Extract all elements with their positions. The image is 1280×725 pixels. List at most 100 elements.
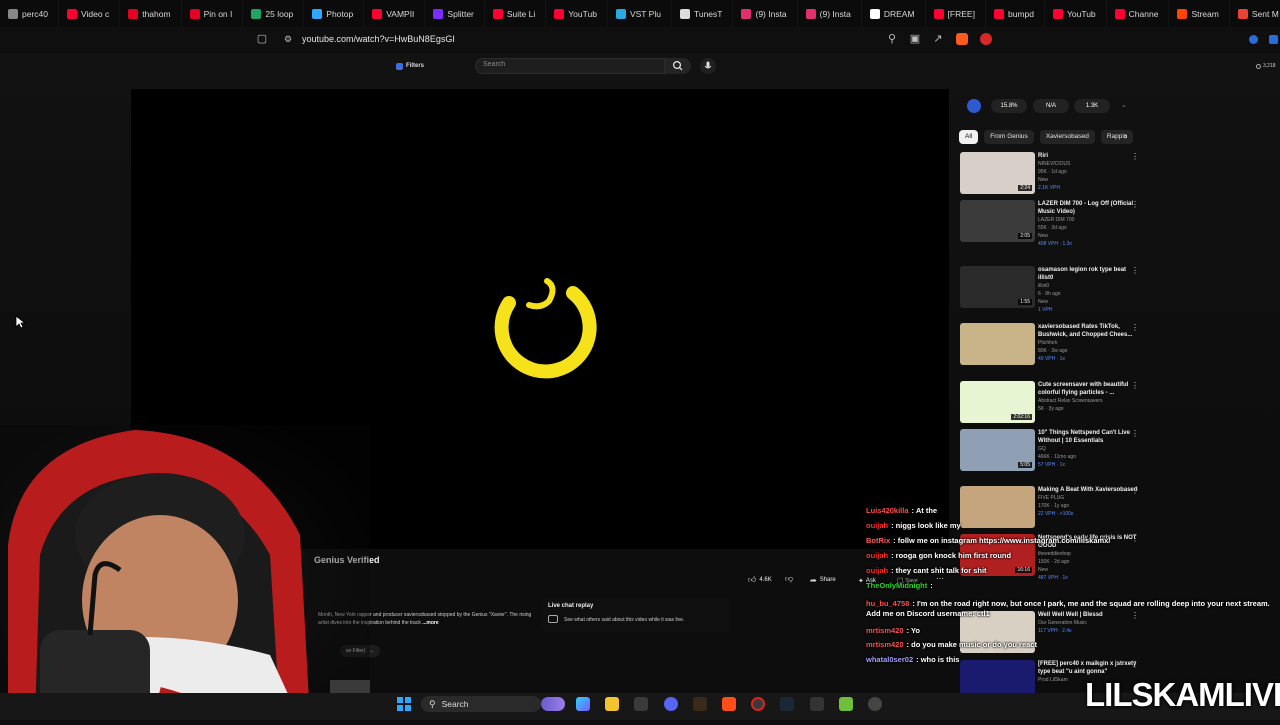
chevron-down-icon[interactable]: ⌄: [1121, 101, 1127, 109]
video-title[interactable]: Making A Beat With Xaviersobased: [1038, 486, 1138, 494]
more-actions-icon[interactable]: ⋯: [936, 574, 944, 583]
browser-tab[interactable]: Photop: [304, 0, 365, 27]
browser-tab[interactable]: bumpd: [986, 0, 1045, 27]
filters-button[interactable]: Filters: [396, 61, 424, 71]
video-channel[interactable]: NINEVICIOUS: [1038, 160, 1138, 168]
browser-tab[interactable]: DREAM: [862, 0, 926, 27]
browser-tab[interactable]: Splitter: [425, 0, 485, 27]
search-button[interactable]: [665, 58, 691, 74]
browser-tab[interactable]: Pin on I: [182, 0, 244, 27]
file-explorer-icon[interactable]: [605, 697, 619, 711]
more-options-icon[interactable]: ⋮: [1131, 200, 1139, 209]
video-title[interactable]: xaviersobased Rates TikTok, Bushwick, an…: [1038, 323, 1138, 339]
discord-icon[interactable]: [664, 697, 678, 711]
filter-chip[interactable]: Rappin: [1100, 130, 1134, 144]
recommended-video[interactable]: 2:24 Riri NINEVICIOUS 95K · 1d ago New 2.1K V…: [959, 152, 1144, 198]
browser-tab[interactable]: YouTub: [1045, 0, 1107, 27]
brave-icon[interactable]: [722, 697, 736, 711]
obs-icon[interactable]: [751, 697, 765, 711]
recommended-video[interactable]: 2:05 LAZER DIM 700 - Log Off (Official Mu…: [959, 200, 1144, 247]
app-icon[interactable]: [839, 697, 853, 711]
more-options-icon[interactable]: ⋮: [1131, 486, 1139, 495]
widgets-icon[interactable]: [541, 697, 565, 711]
video-channel[interactable]: GQ: [1038, 445, 1138, 453]
site-info-icon[interactable]: ⚙: [282, 33, 294, 45]
video-channel[interactable]: illist0: [1038, 282, 1138, 290]
video-title[interactable]: osamason legion rok type beat illist0: [1038, 266, 1138, 282]
filter-chip[interactable]: From Genius: [984, 130, 1034, 144]
live-chat-panel[interactable]: Live chat replay See what others said ab…: [542, 598, 730, 632]
filter-chip[interactable]: All: [959, 130, 979, 144]
rewards-icon[interactable]: [980, 33, 992, 45]
steam-icon[interactable]: [780, 697, 794, 711]
more-options-icon[interactable]: ⋮: [1131, 429, 1139, 438]
video-thumbnail[interactable]: [960, 323, 1035, 365]
screenshot-icon[interactable]: ▣: [909, 33, 921, 45]
voice-search-button[interactable]: [700, 58, 716, 74]
browser-tab[interactable]: perc40: [0, 0, 59, 27]
video-thumbnail[interactable]: [960, 486, 1035, 528]
video-channel[interactable]: Pitchfork: [1038, 339, 1138, 347]
browser-tab[interactable]: (9) Insta: [733, 0, 798, 27]
zoom-icon[interactable]: ⚲: [886, 33, 898, 45]
video-channel[interactable]: Our Generation Music: [1038, 619, 1138, 627]
browser-tab[interactable]: Channe: [1107, 0, 1170, 27]
video-title[interactable]: 10" Things Nettspend Can't Live Without …: [1038, 429, 1138, 445]
recommended-video[interactable]: xaviersobased Rates TikTok, Bushwick, an…: [959, 323, 1144, 369]
browser-tab[interactable]: Sent M: [1230, 0, 1280, 27]
windows-start-icon[interactable]: [397, 697, 411, 711]
more-link[interactable]: ...more: [422, 620, 438, 626]
browser-tab[interactable]: Video c: [59, 0, 121, 27]
bookmark-icon[interactable]: ▢: [256, 33, 268, 45]
extension-icon[interactable]: [1249, 35, 1258, 44]
chevron-right-icon[interactable]: ›: [1124, 131, 1127, 142]
video-thumbnail[interactable]: 2:24: [960, 152, 1035, 194]
url-field[interactable]: youtube.com/watch?v=HwBuN8EgsGI: [302, 34, 455, 44]
video-title[interactable]: Cute screensaver with beautiful colorful…: [1038, 381, 1138, 397]
more-options-icon[interactable]: ⋮: [1131, 534, 1139, 543]
video-channel[interactable]: theeeddieshop: [1038, 550, 1138, 558]
recommended-video[interactable]: 1:55 osamason legion rok type beat illist…: [959, 266, 1144, 313]
taskbar-search[interactable]: ⚲ Search: [421, 696, 541, 712]
video-title[interactable]: LAZER DIM 700 - Log Off (Official Music …: [1038, 200, 1138, 216]
dislike-button[interactable]: 👎︎: [785, 574, 793, 584]
fl-studio-icon[interactable]: [693, 697, 707, 711]
video-title[interactable]: [FREE] perc40 x maikgin x jstrxety type …: [1038, 660, 1138, 676]
video-channel[interactable]: LAZER DIM 700: [1038, 216, 1138, 224]
share-button[interactable]: ➦ Share: [810, 574, 836, 586]
recommended-video[interactable]: 2:02:16 Cute screensaver with beautiful c…: [959, 381, 1144, 427]
browser-tab[interactable]: (9) Insta: [798, 0, 862, 27]
more-options-icon[interactable]: ⋮: [1131, 660, 1139, 669]
more-options-icon[interactable]: ⋮: [1131, 381, 1139, 390]
video-thumbnail[interactable]: 1:55: [960, 266, 1035, 308]
browser-tab[interactable]: [FREE]: [926, 0, 986, 27]
like-button[interactable]: 👍︎ 4.6K: [748, 574, 772, 586]
video-title[interactable]: Riri: [1038, 152, 1138, 160]
more-options-icon[interactable]: ⋮: [1131, 266, 1139, 275]
extension-icon[interactable]: [1269, 35, 1278, 44]
video-thumbnail[interactable]: 2:02:16: [960, 381, 1035, 423]
more-options-icon[interactable]: ⋮: [1131, 323, 1139, 332]
recommended-video[interactable]: 5:05 10" Things Nettspend Can't Live With…: [959, 429, 1144, 475]
browser-tab[interactable]: 25 loop: [243, 0, 305, 27]
more-options-icon[interactable]: ⋮: [1131, 152, 1139, 161]
brave-shield-icon[interactable]: [956, 33, 968, 45]
browser-tab[interactable]: YouTub: [546, 0, 608, 27]
copilot-icon[interactable]: [576, 697, 590, 711]
video-thumbnail[interactable]: 2:05: [960, 200, 1035, 242]
video-channel[interactable]: FIVE PLUG: [1038, 494, 1138, 502]
app-icon[interactable]: [810, 697, 824, 711]
browser-tab[interactable]: thahom: [120, 0, 182, 27]
browser-tab[interactable]: Stream: [1169, 0, 1230, 27]
browser-tab[interactable]: VST Plu: [608, 0, 672, 27]
share-icon[interactable]: ↗: [932, 33, 944, 45]
filter-chip[interactable]: Xaviersobased: [1039, 130, 1095, 144]
video-channel[interactable]: Abstract Relax Screensavers: [1038, 397, 1138, 405]
stats-extension-icon[interactable]: [967, 99, 981, 113]
app-icon[interactable]: [868, 697, 882, 711]
browser-tab[interactable]: VAMPII: [364, 0, 426, 27]
store-icon[interactable]: [634, 697, 648, 711]
browser-tab[interactable]: Suite Li: [485, 0, 547, 27]
video-thumbnail[interactable]: 5:05: [960, 429, 1035, 471]
browser-tab[interactable]: TunesT: [672, 0, 734, 27]
